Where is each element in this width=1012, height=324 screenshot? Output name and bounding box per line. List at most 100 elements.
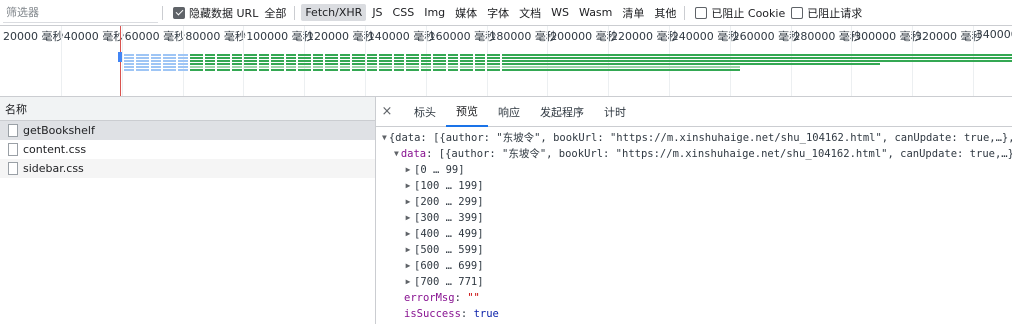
type-filter-other[interactable]: 其他	[650, 3, 680, 23]
detail-tabbar: × 标头 预览 响应 发起程序 计时	[376, 97, 1012, 127]
timeline-request-bar	[232, 69, 242, 71]
tab-initiator[interactable]: 发起程序	[530, 97, 594, 127]
tree-range-row[interactable]: ▶ [700 … 771]	[376, 274, 1012, 290]
tree-root-row[interactable]: ▼ {data: [{author: "东坡令", bookUrl: "http…	[376, 130, 1012, 146]
timeline-request-bar	[205, 54, 215, 56]
network-overview-timeline[interactable]: 20000 毫秒 40000 毫秒 60000 毫秒 80000 毫秒 100000 毫…	[0, 26, 1012, 97]
tree-range-row[interactable]: ▶ [0 … 99]	[376, 162, 1012, 178]
timeline-tick-label: 80000 毫秒	[185, 30, 246, 43]
timeline-request-bar	[487, 54, 500, 56]
timeline-request-bar	[433, 60, 446, 62]
tree-range-row[interactable]: ▶ [400 … 499]	[376, 226, 1012, 242]
timeline-request-bar	[394, 63, 404, 65]
timeline-request-bar	[433, 66, 446, 68]
tree-range-label: [600 … 699]	[414, 260, 484, 272]
timeline-request-bar	[421, 60, 431, 62]
tree-range-label: [0 … 99]	[414, 164, 465, 176]
triangle-collapsed-icon[interactable]: ▶	[404, 258, 412, 274]
triangle-collapsed-icon[interactable]: ▶	[404, 162, 412, 178]
timeline-request-bar	[286, 63, 296, 65]
timeline-request-bar	[232, 66, 242, 68]
timeline-request-bar	[394, 57, 404, 59]
type-filter-doc[interactable]: 文档	[515, 3, 545, 23]
tree-range-row[interactable]: ▶ [300 … 399]	[376, 210, 1012, 226]
timeline-request-bar	[406, 66, 419, 68]
timeline-request-bar	[352, 63, 365, 65]
triangle-collapsed-icon[interactable]: ▶	[404, 274, 412, 290]
timeline-request-bar	[163, 60, 176, 62]
timeline-request-bar	[460, 54, 473, 56]
blocked-cookies-checkbox[interactable]: 已阻止 Cookie	[695, 5, 785, 21]
type-filter-manifest[interactable]: 清单	[618, 3, 648, 23]
request-row-getbookshelf[interactable]: getBookshelf	[0, 121, 375, 140]
filter-toolbar: 隐藏数据 URL 全部 Fetch/XHR JS CSS Img 媒体 字体 文…	[0, 0, 1012, 26]
tree-range-label: [400 … 499]	[414, 228, 484, 240]
timeline-request-bar	[421, 54, 431, 56]
timeline-request-bar	[487, 69, 500, 71]
triangle-collapsed-icon[interactable]: ▶	[404, 226, 412, 242]
type-filter-font[interactable]: 字体	[483, 3, 513, 23]
type-filter-all[interactable]: 全部	[260, 3, 290, 23]
timeline-request-bar	[259, 57, 269, 59]
type-filter-fetch-xhr[interactable]: Fetch/XHR	[301, 4, 367, 21]
triangle-collapsed-icon[interactable]: ▶	[404, 194, 412, 210]
request-name: content.css	[23, 143, 87, 156]
timeline-request-bar	[298, 66, 311, 68]
timeline-request-bar	[136, 69, 149, 71]
tree-range-row[interactable]: ▶ [600 … 699]	[376, 258, 1012, 274]
filter-input[interactable]	[3, 2, 158, 23]
triangle-expanded-icon[interactable]: ▼	[394, 146, 399, 162]
triangle-expanded-icon[interactable]: ▼	[382, 130, 387, 146]
timeline-request-bar	[487, 60, 500, 62]
tab-headers[interactable]: 标头	[404, 97, 446, 127]
document-icon	[8, 162, 18, 175]
timeline-request-bar	[178, 60, 188, 62]
triangle-collapsed-icon[interactable]: ▶	[404, 210, 412, 226]
type-filter-js[interactable]: JS	[368, 4, 386, 21]
type-filter-css[interactable]: CSS	[389, 4, 419, 21]
tab-response[interactable]: 响应	[488, 97, 530, 127]
timeline-request-bar	[205, 66, 215, 68]
tree-data-row[interactable]: ▼ data: [{author: "东坡令", bookUrl: "https…	[376, 146, 1012, 162]
triangle-collapsed-icon[interactable]: ▶	[404, 178, 412, 194]
tree-range-row[interactable]: ▶ [500 … 599]	[376, 242, 1012, 258]
timeline-request-bar	[313, 57, 323, 59]
close-icon[interactable]: ×	[380, 104, 394, 119]
tree-success-row: isSuccess: true	[376, 306, 1012, 322]
type-filter-media[interactable]: 媒体	[451, 3, 481, 23]
timeline-request-bar	[406, 54, 419, 56]
timeline-request-bar	[502, 54, 1012, 56]
request-name: getBookshelf	[23, 124, 95, 137]
timeline-request-bar	[421, 66, 431, 68]
timeline-request-bar	[271, 66, 284, 68]
request-row-content-css[interactable]: content.css	[0, 140, 375, 159]
request-list-header[interactable]: 名称	[0, 97, 375, 121]
type-filter-wasm[interactable]: Wasm	[575, 4, 616, 21]
timeline-request-bar	[178, 69, 188, 71]
tree-range-row[interactable]: ▶ [100 … 199]	[376, 178, 1012, 194]
timeline-request-bar	[352, 69, 365, 71]
timeline-request-bar	[379, 57, 392, 59]
tab-timing[interactable]: 计时	[594, 97, 636, 127]
timeline-request-bar	[217, 69, 230, 71]
blocked-requests-checkbox[interactable]: 已阻止请求	[791, 5, 862, 21]
toolbar-divider	[162, 5, 163, 20]
timeline-request-bar	[271, 57, 284, 59]
timeline-request-bar	[367, 69, 377, 71]
timeline-request-bar	[313, 66, 323, 68]
timeline-request-bar	[352, 57, 365, 59]
timeline-request-bar	[340, 66, 350, 68]
type-filter-img[interactable]: Img	[420, 4, 449, 21]
tree-key: data	[400, 148, 427, 160]
hide-data-urls-checkbox[interactable]: 隐藏数据 URL	[173, 5, 258, 21]
timeline-request-bar	[379, 54, 392, 56]
tab-preview[interactable]: 预览	[446, 97, 488, 127]
timeline-request-bar	[460, 63, 473, 65]
type-filter-ws[interactable]: WS	[547, 4, 573, 21]
triangle-collapsed-icon[interactable]: ▶	[404, 242, 412, 258]
timeline-ticks: 20000 毫秒 40000 毫秒 60000 毫秒 80000 毫秒 100000 毫…	[0, 28, 1012, 43]
timeline-request-bar	[286, 57, 296, 59]
request-row-sidebar-css[interactable]: sidebar.css	[0, 159, 375, 178]
timeline-request-bar	[178, 57, 188, 59]
tree-range-row[interactable]: ▶ [200 … 299]	[376, 194, 1012, 210]
